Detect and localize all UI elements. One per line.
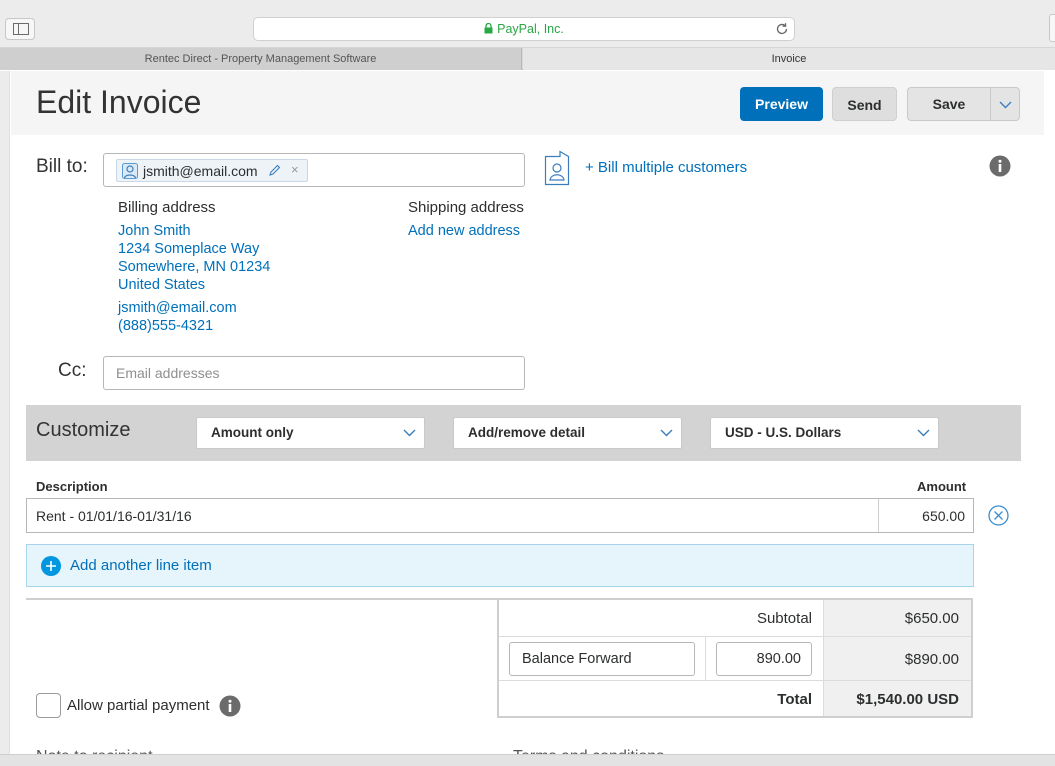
billing-address-heading: Billing address <box>118 199 216 216</box>
amount-column-header: Amount <box>917 479 967 494</box>
info-icon[interactable] <box>989 155 1011 177</box>
cc-email-input[interactable] <box>103 356 525 390</box>
currency-select[interactable]: USD - U.S. Dollars <box>710 417 939 449</box>
bill-to-label: Bill to: <box>36 156 88 177</box>
reload-icon[interactable] <box>775 22 789 36</box>
pencil-icon[interactable] <box>268 164 281 177</box>
billing-phone[interactable]: (888)555-4321 <box>118 318 213 334</box>
total-label: Total <box>777 691 812 708</box>
billing-name[interactable]: John Smith <box>118 223 191 239</box>
window-bottom-edge <box>0 754 1055 766</box>
recipient-email: jsmith@email.com <box>143 163 258 179</box>
lock-icon <box>484 22 493 37</box>
total-value: $1,540.00 USD <box>856 691 959 708</box>
info-icon[interactable] <box>219 695 241 717</box>
tab-invoice[interactable]: Invoice <box>523 48 1055 70</box>
line-item-amount[interactable]: 650.00 <box>922 508 965 524</box>
line-item-row[interactable]: Rent - 01/01/16-01/31/16 650.00 <box>26 498 974 533</box>
line-item-divider <box>878 499 879 532</box>
save-button[interactable]: Save <box>907 87 991 121</box>
currency-value: USD - U.S. Dollars <box>725 425 842 440</box>
adjustment-amount-input[interactable] <box>716 642 812 676</box>
adjustment-divider <box>705 636 706 680</box>
amount-type-value: Amount only <box>211 425 294 440</box>
line-item-description[interactable]: Rent - 01/01/16-01/31/16 <box>36 508 192 524</box>
amount-type-select[interactable]: Amount only <box>196 417 425 449</box>
subtotal-value: $650.00 <box>904 610 959 627</box>
page-title: Edit Invoice <box>36 84 202 120</box>
url-text: PayPal, Inc. <box>497 22 564 36</box>
plus-circle-icon <box>41 556 61 576</box>
bill-multiple-customers-link[interactable]: + Bill multiple customers <box>585 159 747 176</box>
billing-email[interactable]: jsmith@email.com <box>118 300 237 316</box>
allow-partial-payment-label[interactable]: Allow partial payment <box>67 697 210 714</box>
adjustment-label-input[interactable] <box>509 642 695 676</box>
sidebar-toggle-button[interactable] <box>5 18 35 40</box>
chevron-down-icon <box>403 429 416 437</box>
customize-label: Customize <box>36 419 131 441</box>
chevron-down-icon <box>917 429 930 437</box>
description-column-header: Description <box>36 479 108 494</box>
billing-country[interactable]: United States <box>118 277 205 293</box>
user-icon <box>122 163 138 179</box>
billing-street[interactable]: 1234 Someplace Way <box>118 241 259 257</box>
detail-select[interactable]: Add/remove detail <box>453 417 682 449</box>
tab-bar: Rentec Direct - Property Management Soft… <box>0 48 1055 70</box>
send-button[interactable]: Send <box>832 87 897 121</box>
remove-recipient-icon[interactable]: × <box>291 162 299 177</box>
window-edge-control <box>1049 14 1055 42</box>
tab-rentec[interactable]: Rentec Direct - Property Management Soft… <box>0 48 522 70</box>
detail-value: Add/remove detail <box>468 425 586 440</box>
totals-separator <box>26 598 498 600</box>
totals-table: Subtotal $650.00 $890.00 Total $1,540.00… <box>497 598 973 718</box>
preview-button[interactable]: Preview <box>740 87 823 121</box>
recipient-chip[interactable]: jsmith@email.com × <box>116 159 308 182</box>
add-new-address-link[interactable]: Add new address <box>408 223 520 239</box>
contact-card-icon[interactable] <box>544 150 570 186</box>
adjustment-value: $890.00 <box>904 651 959 668</box>
chevron-down-icon <box>660 429 673 437</box>
save-options-dropdown[interactable] <box>990 87 1020 121</box>
subtotal-label: Subtotal <box>756 610 812 627</box>
chevron-down-icon <box>999 101 1012 109</box>
add-line-item-button[interactable]: Add another line item <box>26 544 974 587</box>
add-line-item-label: Add another line item <box>70 557 212 574</box>
totals-row-divider <box>499 680 971 681</box>
browser-toolbar: PayPal, Inc. <box>0 0 1055 48</box>
shipping-address-heading: Shipping address <box>408 199 524 216</box>
totals-row-divider <box>499 636 971 637</box>
url-display: PayPal, Inc. <box>254 22 794 37</box>
bill-to-field[interactable]: jsmith@email.com × <box>103 153 525 187</box>
page-left-gutter <box>0 71 10 754</box>
cc-label: Cc: <box>58 360 87 381</box>
billing-city-state[interactable]: Somewhere, MN 01234 <box>118 259 270 275</box>
address-bar[interactable]: PayPal, Inc. <box>253 17 795 41</box>
sidebar-icon <box>13 23 29 35</box>
close-circle-icon[interactable] <box>988 505 1009 526</box>
allow-partial-payment-checkbox[interactable] <box>36 693 61 718</box>
